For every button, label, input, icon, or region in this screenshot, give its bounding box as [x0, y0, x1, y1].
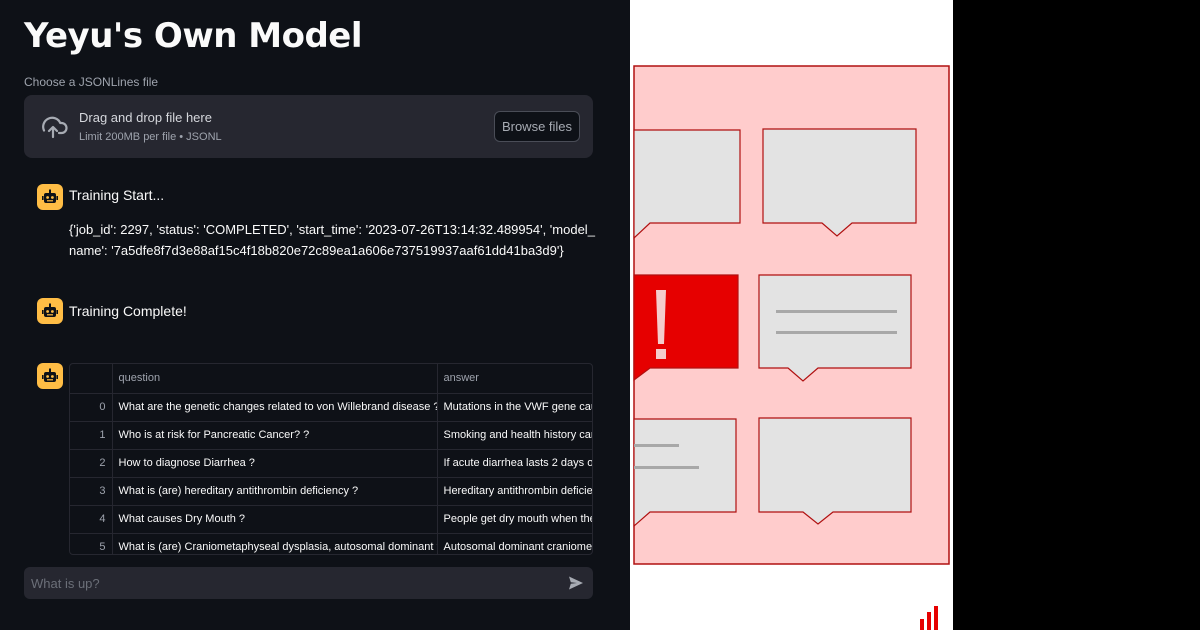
speech-bubbles-illustration: [630, 0, 953, 630]
column-header-index[interactable]: [70, 364, 113, 394]
row-index: 0: [70, 393, 113, 422]
cloud-upload-icon: [42, 116, 68, 139]
alert-bubble: [633, 274, 739, 382]
file-dropzone[interactable]: Drag and drop file here Limit 200MB per …: [24, 95, 593, 158]
speech-bubble: [633, 418, 737, 528]
page-title: Yeyu's Own Model: [24, 16, 363, 56]
robot-icon: [42, 303, 58, 317]
text-line: [634, 466, 699, 469]
answer-cell[interactable]: Autosomal dominant craniome: [437, 533, 592, 554]
table-row: 1 Who is at risk for Pancreatic Cancer? …: [70, 421, 592, 450]
dataframe[interactable]: question answer 0 What are the genetic c…: [69, 363, 593, 555]
text-line: [634, 444, 679, 447]
dropzone-instructions: Drag and drop file here: [79, 110, 212, 125]
illustration-graphic: [633, 65, 950, 630]
column-header-answer[interactable]: answer: [437, 364, 592, 394]
dropzone-limit-text: Limit 200MB per file • JSONL: [79, 131, 222, 143]
table-row: 4 What causes Dry Mouth ? People get dry…: [70, 505, 592, 534]
question-cell[interactable]: How to diagnose Diarrhea ?: [112, 449, 438, 478]
answer-cell[interactable]: Smoking and health history car: [437, 421, 592, 450]
message-header: Training Start...: [69, 187, 165, 203]
answer-cell[interactable]: Hereditary antithrombin deficie: [437, 477, 592, 506]
text-line: [776, 310, 897, 313]
chat-input-container: [24, 567, 593, 599]
answer-cell[interactable]: Mutations in the VWF gene caus: [437, 393, 592, 422]
message-header: Training Complete!: [69, 303, 187, 319]
speech-bubble: [758, 417, 912, 525]
speech-bubble: [758, 274, 912, 382]
text-line: [776, 331, 897, 334]
assistant-avatar: [37, 298, 63, 324]
table-row: 0 What are the genetic changes related t…: [70, 393, 592, 422]
speech-bubble: [633, 129, 741, 240]
column-header-question[interactable]: question: [112, 364, 438, 394]
row-index: 2: [70, 449, 113, 478]
chat-input[interactable]: [24, 567, 554, 599]
question-cell[interactable]: What is (are) hereditary antithrombin de…: [112, 477, 438, 506]
question-cell[interactable]: What are the genetic changes related to …: [112, 393, 438, 422]
row-index: 3: [70, 477, 113, 506]
row-index: 1: [70, 421, 113, 450]
table-header-row: question answer: [70, 364, 592, 394]
question-cell[interactable]: What is (are) Craniometaphyseal dysplasi…: [112, 533, 438, 554]
app-panel: Yeyu's Own Model Choose a JSONLines file…: [0, 0, 630, 630]
question-cell[interactable]: What causes Dry Mouth ?: [112, 505, 438, 534]
table-row: 2 How to diagnose Diarrhea ? If acute di…: [70, 449, 592, 478]
assistant-avatar: [37, 184, 63, 210]
browse-files-button[interactable]: Browse files: [494, 111, 580, 142]
table-row: 5 What is (are) Craniometaphyseal dyspla…: [70, 533, 592, 554]
row-index: 4: [70, 505, 113, 534]
robot-icon: [42, 189, 58, 203]
speech-bubble: [762, 128, 917, 237]
row-index: 5: [70, 533, 113, 554]
bar-chart-icon: [920, 606, 938, 630]
answer-cell[interactable]: People get dry mouth when the: [437, 505, 592, 534]
answer-cell[interactable]: If acute diarrhea lasts 2 days or: [437, 449, 592, 478]
question-cell[interactable]: Who is at risk for Pancreatic Cancer? ?: [112, 421, 438, 450]
robot-icon: [42, 368, 58, 382]
data-table: question answer 0 What are the genetic c…: [70, 364, 592, 554]
file-uploader-label: Choose a JSONLines file: [24, 75, 159, 89]
table-row: 3 What is (are) hereditary antithrombin …: [70, 477, 592, 506]
send-icon[interactable]: [568, 575, 584, 591]
message-body: {'job_id': 2297, 'status': 'COMPLETED', …: [69, 222, 595, 258]
assistant-avatar: [37, 363, 63, 389]
